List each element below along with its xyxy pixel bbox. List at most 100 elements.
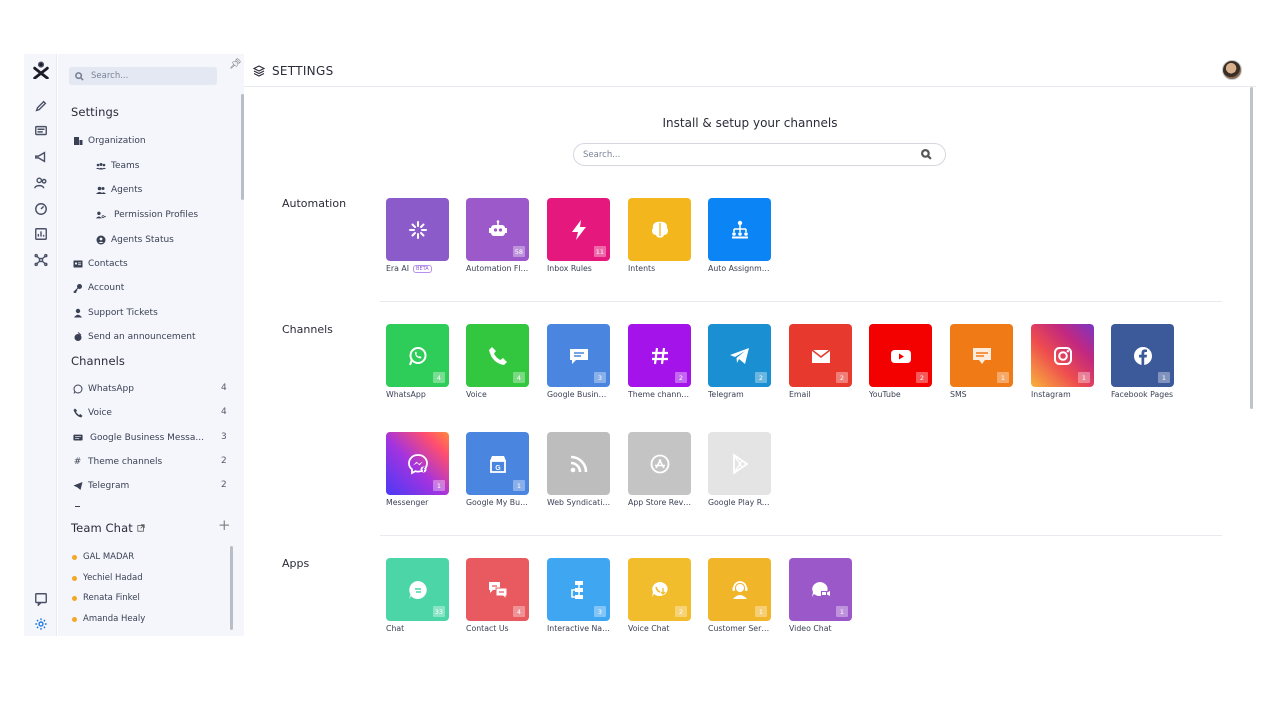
sidebar-channel-google-business[interactable]: Google Business Messa... (72, 431, 204, 445)
sidebar-item-teams[interactable]: Teams (95, 159, 139, 173)
tile-voice-chat[interactable]: 2 Voice Chat (628, 558, 692, 633)
tile-label: Facebook Pages (1111, 390, 1174, 399)
tile-video-chat[interactable]: 1 Video Chat (789, 558, 853, 633)
tile-era-ai[interactable]: Era AI BETA (386, 198, 450, 273)
tile-interactive-navigation[interactable]: 3 Interactive Navi... (547, 558, 611, 633)
tile-facebook-pages[interactable]: 1 Facebook Pages (1111, 324, 1175, 399)
tile-customer-service[interactable]: 1 Customer Servi... (708, 558, 772, 633)
app-store-icon (650, 454, 669, 473)
team-member-item[interactable]: Yechiel Hadad (72, 571, 143, 585)
reports-icon[interactable] (32, 225, 49, 242)
team-member-item[interactable]: GAL MADAR (72, 550, 134, 564)
tile-voice[interactable]: 4 Voice (466, 324, 530, 399)
count-badge: 2 (755, 372, 767, 383)
tile-email[interactable]: 2 Email (789, 324, 853, 399)
tile-google-my-business[interactable]: G 1 Google My Busi... (466, 432, 530, 507)
tile-automation-flows[interactable]: 58 Automation Flo... (466, 198, 530, 273)
tile-label: Voice Chat (628, 624, 670, 633)
external-link-icon[interactable] (137, 524, 145, 532)
main-scrollbar[interactable] (1250, 87, 1253, 409)
tile-box (628, 432, 691, 495)
sidebar-item-label: Theme channels (88, 457, 163, 467)
facebook-icon (1133, 346, 1152, 365)
count-badge: 2 (916, 372, 928, 383)
megaphone-icon[interactable] (32, 148, 49, 165)
tile-box: 1 (708, 558, 771, 621)
tile-auto-assignment[interactable]: Auto Assignme... (708, 198, 772, 273)
contacts-icon[interactable] (32, 174, 49, 191)
sidebar-item-support-tickets[interactable]: Support Tickets (72, 306, 158, 320)
count-badge: 4 (513, 372, 525, 383)
count-badge: 1 (836, 606, 848, 617)
tile-app-store-reviews[interactable]: App Store Revie... (628, 432, 692, 507)
sidebar-search-input[interactable]: Search... (69, 67, 217, 85)
status-dot (72, 554, 77, 560)
tile-box: 2 (628, 558, 691, 621)
inbox-icon[interactable] (32, 122, 49, 139)
tile-inbox-rules[interactable]: 11 Inbox Rules (547, 198, 611, 273)
sidebar-item-label: Google Business Messa... (90, 433, 204, 443)
tile-box: 11 (547, 198, 610, 261)
team-chat-heading[interactable]: Team Chat (71, 521, 145, 535)
count-badge: 2 (675, 606, 687, 617)
channel-search-input[interactable]: Search... (573, 143, 946, 166)
pin-icon[interactable]: 📌︎ (229, 59, 242, 70)
svg-text:G: G (495, 465, 501, 472)
count-badge: 1 (433, 480, 445, 491)
tile-chat[interactable]: 33 Chat (386, 558, 450, 633)
sidebar-item-send-announcement[interactable]: Send an announcement (72, 330, 195, 344)
sidebar-item-organization[interactable]: Organization (72, 134, 146, 148)
tile-label: Web Syndicatio... (547, 498, 611, 507)
tile-telegram[interactable]: 2 Telegram (708, 324, 772, 399)
tile-box: 2 (628, 324, 691, 387)
sidebar-item-contacts[interactable]: Contacts (72, 257, 128, 271)
logo-icon[interactable] (31, 60, 51, 80)
team-chat-scrollbar[interactable] (230, 546, 233, 630)
gear-icon[interactable] (32, 615, 49, 632)
sidebar-channel-telegram[interactable]: Telegram (72, 479, 129, 493)
sidebar-channel-whatsapp[interactable]: WhatsApp (72, 382, 134, 396)
sidebar-channel-theme-channels[interactable]: # Theme channels (72, 455, 163, 469)
tile-web-syndication[interactable]: Web Syndicatio... (547, 432, 611, 507)
avatar[interactable] (1222, 60, 1242, 80)
count-badge: 4 (433, 372, 445, 383)
team-member-item[interactable]: Amanda Healy (72, 612, 145, 626)
count-badge: 3 (594, 606, 606, 617)
tile-theme-channels[interactable]: 2 Theme channels (628, 324, 692, 399)
tile-box: 4 (466, 324, 529, 387)
dashboard-icon[interactable] (32, 200, 49, 217)
team-member-item[interactable]: Renata Finkel (72, 591, 140, 605)
sidebar-item-permission-profiles[interactable]: Permission Profiles (95, 208, 198, 222)
agents-icon (95, 185, 106, 196)
sidebar-item-label: Teams (111, 161, 140, 171)
layers-icon (253, 65, 265, 77)
tile-box: 2 (869, 324, 932, 387)
youtube-icon (890, 349, 911, 363)
sidebar-channel-voice[interactable]: Voice (72, 406, 112, 420)
sidebar-item-label: Support Tickets (88, 308, 158, 318)
whatsapp-icon (72, 384, 83, 395)
tile-youtube[interactable]: 2 YouTube (869, 324, 933, 399)
tile-intents[interactable]: Intents (628, 198, 692, 273)
sidebar-item-agents-status[interactable]: Agents Status (95, 233, 174, 247)
tile-instagram[interactable]: 1 Instagram (1031, 324, 1095, 399)
page-title: SETTINGS (272, 64, 334, 78)
chat-support-icon[interactable] (32, 590, 49, 607)
sidebar-item-account[interactable]: Account (72, 281, 124, 295)
phone-icon (488, 346, 507, 365)
network-icon[interactable] (32, 251, 49, 268)
tile-google-business[interactable]: 3 Google Busines... (547, 324, 611, 399)
tile-label: Google Play Re... (708, 498, 772, 507)
tile-google-play-reviews[interactable]: Google Play Re... (708, 432, 772, 507)
tile-contact-us[interactable]: 4 Contact Us (466, 558, 530, 633)
tile-messenger[interactable]: 1 Messenger (386, 432, 450, 507)
tile-whatsapp[interactable]: 4 WhatsApp (386, 324, 450, 399)
tile-sms[interactable]: 1 SMS (950, 324, 1014, 399)
count-badge: 1 (1158, 372, 1170, 383)
pencil-icon[interactable] (32, 97, 49, 114)
team-member-name: GAL MADAR (83, 552, 135, 562)
sidebar-item-agents[interactable]: Agents (95, 183, 142, 197)
sidebar-item-label: Send an announcement (88, 332, 196, 342)
add-team-chat-button[interactable]: + (218, 516, 231, 534)
section-channels: Channels (282, 323, 333, 336)
